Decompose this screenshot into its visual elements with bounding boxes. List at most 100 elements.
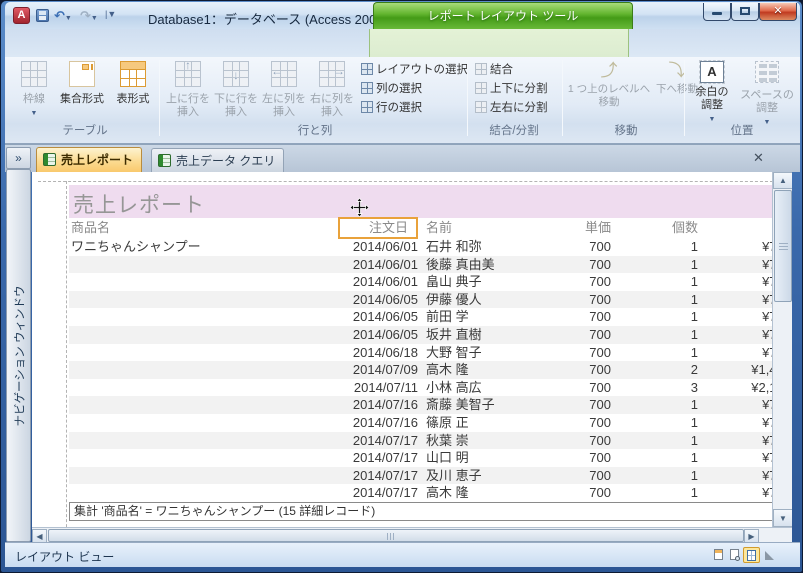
cell-unit-price[interactable]: 700 (546, 344, 611, 362)
cell-quantity[interactable]: 1 (626, 256, 698, 274)
cell-quantity[interactable]: 1 (626, 308, 698, 326)
table-row[interactable]: 2014/06/18 大野 智子 700 1 ¥700 (69, 344, 791, 362)
cell-quantity[interactable]: 1 (626, 414, 698, 432)
cell-quantity[interactable]: 1 (626, 449, 698, 467)
cell-order-date[interactable]: 2014/06/01 (306, 273, 418, 291)
header-quantity[interactable]: 個数 (626, 218, 698, 238)
qat-customize-icon[interactable]: |▼ (105, 9, 116, 19)
split-horizontal-button[interactable]: 左右に分割 (475, 101, 548, 118)
cell-unit-price[interactable]: 700 (546, 273, 611, 291)
layout-view-button-active[interactable] (743, 547, 760, 563)
cell-quantity[interactable]: 1 (626, 238, 698, 256)
insert-column-left-button[interactable]: ← 左に列を挿入 (261, 61, 307, 121)
cell-order-date[interactable]: 2014/07/16 (306, 414, 418, 432)
doc-tab-sales-report[interactable]: 売上レポート (36, 147, 143, 172)
minimize-button[interactable] (703, 3, 731, 21)
cell-order-date[interactable]: 2014/06/05 (306, 326, 418, 344)
cell-unit-price[interactable]: 700 (546, 467, 611, 485)
merge-button[interactable]: 結合 (475, 63, 513, 80)
navigation-pane-collapsed[interactable]: ナビゲーション ウィンドウ (6, 169, 31, 542)
report-view-button[interactable] (711, 547, 726, 563)
close-button[interactable]: ✕ (759, 3, 797, 21)
select-row-button[interactable]: 行の選択 (361, 101, 422, 118)
cell-order-date[interactable]: 2014/07/17 (306, 432, 418, 450)
cell-quantity[interactable]: 1 (626, 484, 698, 502)
cell-unit-price[interactable]: 700 (546, 308, 611, 326)
stacked-layout-button[interactable]: 集合形式 (57, 61, 107, 121)
cell-order-date[interactable]: 2014/07/11 (306, 379, 418, 397)
cell-unit-price[interactable]: 700 (546, 326, 611, 344)
report-title[interactable]: 売上レポート (73, 189, 205, 219)
redo-icon[interactable]: ↷▼ (80, 8, 98, 24)
header-unit-price[interactable]: 単価 (546, 218, 611, 238)
table-row[interactable]: 2014/07/16 篠原 正 700 1 ¥700 (69, 414, 791, 432)
table-row[interactable]: 2014/07/16 斎藤 美智子 700 1 ¥700 (69, 396, 791, 414)
group-footer[interactable]: 集計 '商品名' = ワニちゃんシャンプー (15 詳細レコード) (69, 502, 774, 521)
cell-order-date[interactable]: 2014/07/17 (306, 467, 418, 485)
cell-order-date[interactable]: 2014/06/05 (306, 291, 418, 309)
cell-unit-price[interactable]: 700 (546, 449, 611, 467)
cell-unit-price[interactable]: 700 (546, 256, 611, 274)
cell-unit-price[interactable]: 700 (546, 396, 611, 414)
vertical-scroll-thumb[interactable] (774, 190, 792, 302)
maximize-button[interactable] (731, 3, 759, 21)
cell-quantity[interactable]: 1 (626, 467, 698, 485)
cell-quantity[interactable]: 1 (626, 432, 698, 450)
select-layout-button[interactable]: レイアウトの選択 (361, 63, 468, 80)
scroll-left-icon[interactable]: ◀ (32, 529, 47, 542)
insert-row-above-button[interactable]: ↑ 上に行を挿入 (165, 59, 211, 121)
scroll-down-icon[interactable]: ▼ (773, 509, 792, 527)
nav-pane-expand-button[interactable]: » (6, 147, 31, 169)
close-document-icon[interactable]: ✕ (753, 150, 764, 166)
cell-quantity[interactable]: 3 (626, 379, 698, 397)
table-row[interactable]: 2014/06/05 前田 学 700 1 ¥700 (69, 308, 791, 326)
cell-order-date[interactable]: 2014/06/05 (306, 308, 418, 326)
print-preview-button[interactable] (727, 547, 742, 563)
cell-order-date[interactable]: 2014/06/01 (306, 256, 418, 274)
cell-order-date[interactable]: 2014/07/09 (306, 361, 418, 379)
save-icon[interactable] (36, 9, 49, 22)
cell-unit-price[interactable]: 700 (546, 432, 611, 450)
cell-quantity[interactable]: 2 (626, 361, 698, 379)
table-row[interactable]: 2014/06/01 後藤 真由美 700 1 ¥700 (69, 255, 791, 274)
vertical-scrollbar[interactable]: ▲ ▼ (772, 172, 792, 527)
cell-unit-price[interactable]: 700 (546, 414, 611, 432)
table-row[interactable]: 2014/06/05 伊藤 優人 700 1 ¥700 (69, 290, 791, 309)
cell-order-date[interactable]: 2014/07/17 (306, 484, 418, 502)
insert-row-below-button[interactable]: ↓ 下に行を挿入 (213, 61, 259, 121)
move-up-level-button[interactable]: ⤴ 1 つ上のレベルへ移動 (567, 61, 651, 121)
table-row[interactable]: 2014/07/11 小林 高広 700 3 ¥2,100 (69, 379, 791, 397)
horizontal-scroll-thumb[interactable] (48, 529, 744, 542)
cell-product[interactable]: ワニちゃんシャンプー (71, 238, 311, 256)
cell-unit-price[interactable]: 700 (546, 484, 611, 502)
header-product[interactable]: 商品名 (71, 218, 311, 238)
cell-quantity[interactable]: 1 (626, 344, 698, 362)
scroll-right-icon[interactable]: ▶ (744, 529, 759, 542)
adjust-margins-button[interactable]: A 余白の調整 ▼ (689, 60, 735, 123)
design-view-button[interactable] (762, 547, 777, 563)
cell-order-date[interactable]: 2014/06/18 (306, 344, 418, 362)
table-row[interactable]: 2014/07/17 高木 隆 700 1 ¥700 (69, 484, 791, 502)
split-vertical-button[interactable]: 上下に分割 (475, 82, 548, 99)
table-row[interactable]: 2014/07/17 秋葉 崇 700 1 ¥700 (69, 431, 791, 450)
horizontal-scrollbar[interactable]: ◀ ▶ (32, 527, 792, 542)
cell-quantity[interactable]: 1 (626, 396, 698, 414)
access-logo-icon[interactable]: A (13, 7, 30, 24)
table-row[interactable]: 2014/07/09 高木 隆 700 2 ¥1,400 (69, 361, 791, 379)
scroll-up-icon[interactable]: ▲ (773, 172, 792, 189)
adjust-spacing-button[interactable]: スペースの調整 ▼ (739, 61, 795, 126)
cell-unit-price[interactable]: 700 (546, 379, 611, 397)
tabular-layout-button[interactable]: 表形式 (109, 61, 157, 121)
cell-quantity[interactable]: 1 (626, 326, 698, 344)
table-row[interactable]: 2014/06/01 畠山 典子 700 1 ¥700 (69, 273, 791, 291)
cell-unit-price[interactable]: 700 (546, 238, 611, 256)
gridlines-button[interactable]: 枠線 ▼ (13, 61, 55, 121)
cell-unit-price[interactable]: 700 (546, 361, 611, 379)
select-column-button[interactable]: 列の選択 (361, 82, 422, 99)
cell-quantity[interactable]: 1 (626, 291, 698, 309)
table-row[interactable]: ワニちゃんシャンプー 2014/06/01 石井 和弥 700 1 ¥700 (69, 238, 791, 256)
cell-order-date[interactable]: 2014/07/16 (306, 396, 418, 414)
header-order-date[interactable]: 注文日 (306, 218, 418, 238)
table-row[interactable]: 2014/07/17 山口 明 700 1 ¥700 (69, 449, 791, 467)
cell-unit-price[interactable]: 700 (546, 291, 611, 309)
